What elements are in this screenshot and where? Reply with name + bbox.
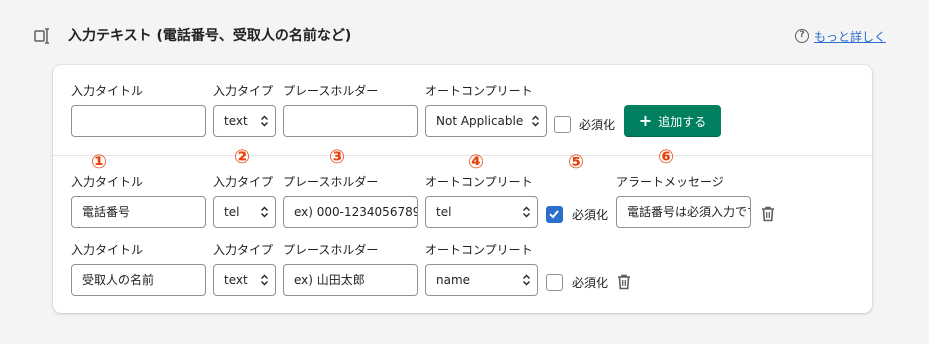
field2-title-input[interactable]: 受取人の名前 (71, 264, 206, 296)
new-autocomplete-value: Not Applicable (436, 114, 524, 128)
new-title-input[interactable] (71, 105, 206, 137)
section-title: 入力テキスト (電話番号、受取人の名前など) (68, 28, 352, 44)
field2-placeholder-label: プレースホルダー (283, 243, 379, 257)
field2-type-select[interactable]: text (213, 264, 276, 296)
card-divider (53, 155, 872, 156)
field2-required-label: 必須化 (572, 276, 609, 290)
field1-title-input[interactable]: 電話番号 (71, 196, 206, 228)
annotation-1: ① (91, 151, 108, 173)
field2-autocomplete-select[interactable]: name (425, 264, 538, 296)
field1-title-label: 入力タイトル (71, 175, 144, 189)
field1-type-label: 入力タイプ (213, 175, 274, 189)
select-arrows-icon (523, 274, 530, 286)
select-arrows-icon (261, 274, 268, 286)
question-circle-icon: ? (795, 29, 809, 43)
field1-alert-label: アラートメッセージ (616, 175, 724, 189)
new-type-value: text (224, 114, 248, 128)
plus-icon: + (638, 111, 653, 130)
new-autocomplete-select[interactable]: Not Applicable (425, 105, 547, 137)
annotation-2: ② (234, 146, 251, 168)
field2-placeholder-input[interactable]: ex) 山田太郎 (283, 264, 418, 296)
new-autocomplete-label: オートコンプリート (425, 84, 533, 98)
field1-type-value: tel (224, 205, 240, 219)
field1-autocomplete-select[interactable]: tel (425, 196, 538, 228)
field1-placeholder-label: プレースホルダー (283, 175, 379, 189)
field1-alert-input[interactable]: 電話番号は必須入力です (616, 196, 751, 228)
text-field-icon (34, 28, 49, 44)
field2-title-label: 入力タイトル (71, 243, 144, 257)
help-link-label[interactable]: もっと詳しく (814, 28, 886, 45)
annotation-4: ④ (468, 151, 485, 173)
new-title-label: 入力タイトル (71, 84, 144, 98)
field2-type-value: text (224, 273, 248, 287)
new-type-select[interactable]: text (213, 105, 276, 137)
annotation-6: ⑥ (658, 146, 675, 168)
select-arrows-icon (261, 115, 268, 127)
add-button[interactable]: + 追加する (624, 105, 721, 137)
add-button-label: 追加する (658, 114, 707, 129)
field2-required-checkbox[interactable] (546, 274, 563, 291)
field1-autocomplete-label: オートコンプリート (425, 175, 533, 189)
field1-type-select[interactable]: tel (213, 196, 276, 228)
annotation-3: ③ (329, 146, 346, 168)
trash-icon[interactable] (761, 206, 775, 222)
new-required-label: 必須化 (579, 118, 616, 132)
trash-icon[interactable] (617, 274, 631, 290)
field1-required-label: 必須化 (572, 208, 609, 222)
new-placeholder-label: プレースホルダー (283, 84, 379, 98)
field2-type-label: 入力タイプ (213, 243, 274, 257)
field1-placeholder-input[interactable]: ex) 000-12340567890 (283, 196, 418, 228)
select-arrows-icon (532, 115, 539, 127)
checkmark-icon (549, 210, 559, 219)
new-placeholder-input[interactable] (283, 105, 418, 137)
field2-autocomplete-label: オートコンプリート (425, 243, 533, 257)
help-link[interactable]: ? もっと詳しく (795, 26, 886, 46)
select-arrows-icon (523, 206, 530, 218)
field1-autocomplete-value: tel (436, 205, 452, 219)
field1-required-checkbox[interactable] (546, 206, 563, 223)
field2-autocomplete-value: name (436, 273, 471, 287)
new-required-checkbox[interactable] (554, 116, 571, 133)
new-type-label: 入力タイプ (213, 84, 274, 98)
select-arrows-icon (261, 206, 268, 218)
annotation-5: ⑤ (568, 151, 585, 173)
